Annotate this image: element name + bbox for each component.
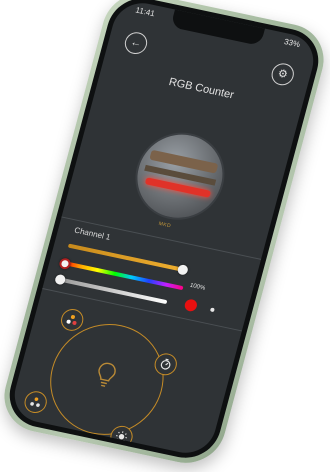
rgb-mode-button[interactable] (58, 306, 86, 333)
palette-button[interactable] (22, 389, 50, 416)
channel-label: Channel 1 (73, 225, 112, 242)
color-swatch[interactable] (183, 298, 199, 313)
timer-icon (160, 358, 171, 370)
back-button[interactable]: ← (122, 30, 150, 57)
device-preview-image (125, 124, 235, 228)
brightness-slider-thumb[interactable] (176, 263, 189, 276)
gear-icon: ⚙ (276, 67, 290, 81)
brightness-percent: 100% (189, 282, 206, 292)
hue-slider-thumb[interactable] (58, 257, 72, 271)
more-dot[interactable] (209, 307, 215, 313)
arrow-left-icon: ← (129, 35, 144, 50)
status-time: 11:41 (134, 5, 156, 19)
white-slider-thumb[interactable] (54, 273, 67, 286)
palette-dots-icon (30, 397, 40, 407)
phone-mockup: 11:41 33% ← ⚙ RGB Counter MKD Channel 1 … (0, 0, 330, 470)
status-battery: 33% (283, 37, 302, 50)
rgb-dots-icon (66, 315, 77, 325)
settings-button[interactable]: ⚙ (269, 61, 297, 88)
